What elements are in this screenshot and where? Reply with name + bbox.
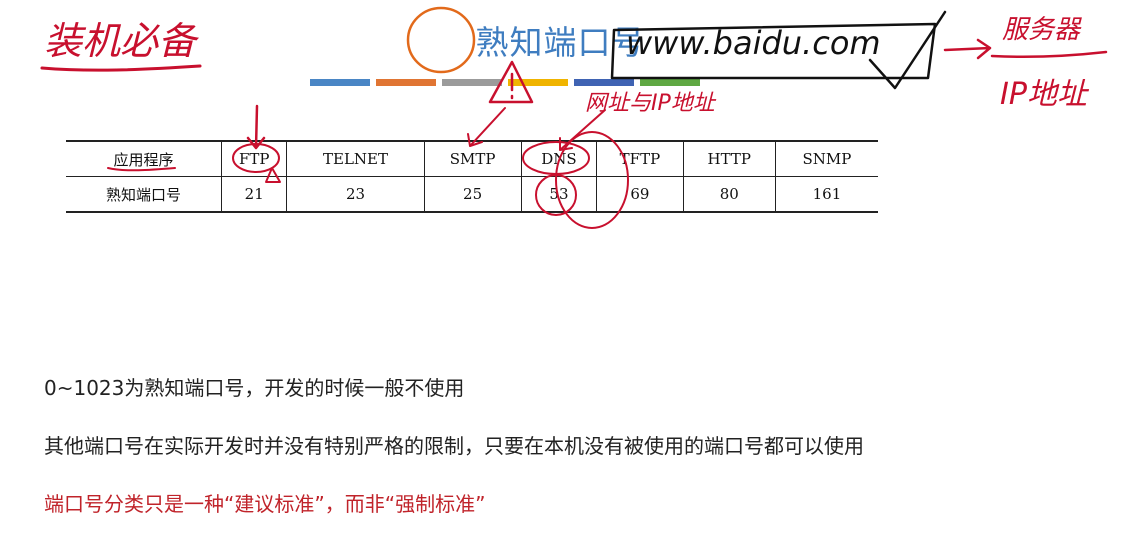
paragraph-well-known-range: 0~1023为熟知端口号，开发的时候一般不使用: [44, 376, 465, 400]
color-bar-2: [376, 79, 436, 86]
underline-top-left: [40, 64, 202, 72]
table-cell-app: SMTP: [423, 141, 522, 177]
table-row: 熟知端口号 21 23 25 53 69 80 161: [66, 176, 878, 212]
color-bar-1: [310, 79, 370, 86]
page-title: 熟知端口号: [475, 23, 646, 62]
color-bar-3: [442, 79, 502, 86]
table-cell-port: 23: [286, 176, 425, 212]
annotation-url-ip: 网址与IP地址: [585, 91, 717, 116]
table-header-row: 应用程序 FTP TELNET SMTP DNS TFTP HTTP SNMP: [66, 141, 878, 177]
paragraph-other-ports: 其他端口号在实际开发时并没有特别严格的限制，只要在本机没有被使用的端口号都可以使…: [44, 434, 864, 458]
table-cell-port: 25: [423, 176, 522, 212]
table-cell-app: SNMP: [774, 141, 878, 177]
annotation-ip: IP地址: [1000, 77, 1090, 112]
table-cell-app: HTTP: [682, 141, 776, 177]
table-cell-app: TFTP: [596, 141, 684, 177]
table-cell-port: 161: [774, 176, 878, 212]
table-cell-port: 21: [220, 176, 287, 212]
color-bar-4: [508, 79, 568, 86]
row-header-port: 熟知端口号: [105, 185, 181, 204]
well-known-ports-table: 应用程序 FTP TELNET SMTP DNS TFTP HTTP SNMP …: [66, 140, 878, 213]
table-cell-app: FTP: [220, 141, 287, 177]
color-bar-5: [574, 79, 634, 86]
table-cell-port: 80: [682, 176, 776, 212]
row-header-app: 应用程序: [66, 141, 222, 177]
table-cell-app: DNS: [520, 141, 597, 177]
table-cell-port: 53: [520, 176, 597, 212]
table-cell-port: 69: [596, 176, 684, 212]
paragraph-recommendation-note: 端口号分类只是一种“建议标准”，而非“强制标准”: [44, 492, 486, 516]
table-cell-app: TELNET: [286, 141, 425, 177]
color-bar-6: [640, 79, 700, 86]
